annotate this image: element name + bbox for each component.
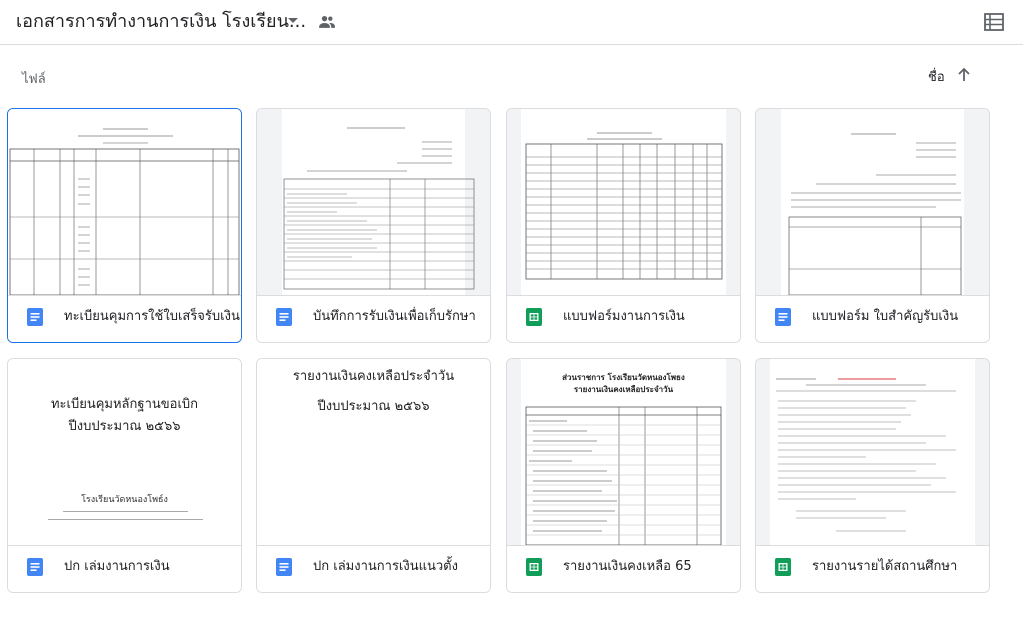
file-thumbnail [8,109,241,295]
file-card[interactable]: แบบฟอร์มงานการเงิน [506,108,741,343]
file-thumbnail: รายงานเงินคงเหลือประจำวัน ปีงบประมาณ ๒๕๖… [257,359,490,545]
caret-down-icon[interactable] [288,18,298,23]
list-view-icon[interactable] [983,11,1005,33]
google-docs-icon [276,558,292,576]
file-thumbnail [756,109,989,295]
files-section-label: ไฟล์ [22,72,46,87]
file-card-footer: แบบฟอร์ม ใบสำคัญรับเงิน [756,295,989,342]
file-name: รายงานรายได้สถานศึกษา [812,559,958,574]
file-thumbnail [756,359,989,545]
thumbnail-school: โรงเรียนวัดหนองโพธ์ง [81,495,168,505]
thumbnail-subtitle: รายงานเงินคงเหลือประจำวัน [573,384,674,394]
thumbnail-subtitle: ปีงบประมาณ ๒๕๖๖ [68,419,181,434]
file-card-footer: รายงานรายได้สถานศึกษา [756,545,989,592]
google-sheets-icon [526,558,542,576]
google-sheets-icon [526,308,542,326]
file-thumbnail: ส่วนราชการ โรงเรียนวัดหนองโพธง รายงานเงิ… [507,359,740,545]
file-card-footer: แบบฟอร์มงานการเงิน [507,295,740,342]
file-card-footer: ทะเบียนคุมการใช้ใบเสร็จรับเงิน [8,295,241,342]
file-name: แบบฟอร์ม ใบสำคัญรับเงิน [812,309,959,324]
file-card[interactable]: ส่วนราชการ โรงเรียนวัดหนองโพธง รายงานเงิ… [506,358,741,593]
google-docs-icon [27,308,43,326]
file-name: รายงานเงินคงเหลือ 65 [563,559,692,574]
google-sheets-icon [775,558,791,576]
file-name: แบบฟอร์มงานการเงิน [563,309,685,324]
google-docs-icon [276,308,292,326]
file-name: ปก เล่มงานการเงินแนวตั้ง [313,559,458,574]
file-card-footer: ปก เล่มงานการเงิน [8,545,241,592]
google-docs-icon [775,308,791,326]
google-docs-icon [27,558,43,576]
thumbnail-subtitle: ปีงบประมาณ ๒๕๖๖ [317,399,430,414]
sort-by-name-button[interactable]: ชื่อ [928,66,945,87]
file-thumbnail [257,109,490,295]
folder-title[interactable]: เอกสารการทำงานการเงิน โรงเรียน... [16,9,306,35]
file-card[interactable]: ทะเบียนคุมหลักฐานขอเบิก ปีงบประมาณ ๒๕๖๖ … [7,358,242,593]
file-card[interactable]: แบบฟอร์ม ใบสำคัญรับเงิน [755,108,990,343]
file-card[interactable]: รายงานเงินคงเหลือประจำวัน ปีงบประมาณ ๒๕๖… [256,358,491,593]
file-card-footer: รายงานเงินคงเหลือ 65 [507,545,740,592]
file-card[interactable]: ทะเบียนคุมการใช้ใบเสร็จรับเงิน [7,108,242,343]
people-icon[interactable] [316,12,338,32]
thumbnail-title: รายงานเงินคงเหลือประจำวัน [292,369,455,384]
top-bar: เอกสารการทำงานการเงิน โรงเรียน... [0,0,1023,45]
file-thumbnail [507,109,740,295]
file-name: ปก เล่มงานการเงิน [64,559,170,574]
file-card-footer: ปก เล่มงานการเงินแนวตั้ง [257,545,490,592]
file-name: ทะเบียนคุมการใช้ใบเสร็จรับเงิน [64,309,240,324]
arrow-up-icon[interactable] [955,66,973,84]
file-card[interactable]: รายงานรายได้สถานศึกษา [755,358,990,593]
file-name: บันทึกการรับเงินเพื่อเก็บรักษา [313,309,476,324]
file-thumbnail: ทะเบียนคุมหลักฐานขอเบิก ปีงบประมาณ ๒๕๖๖ … [8,359,241,545]
file-card-footer: บันทึกการรับเงินเพื่อเก็บรักษา [257,295,490,342]
file-card[interactable]: บันทึกการรับเงินเพื่อเก็บรักษา [256,108,491,343]
thumbnail-title: ทะเบียนคุมหลักฐานขอเบิก [50,397,199,412]
